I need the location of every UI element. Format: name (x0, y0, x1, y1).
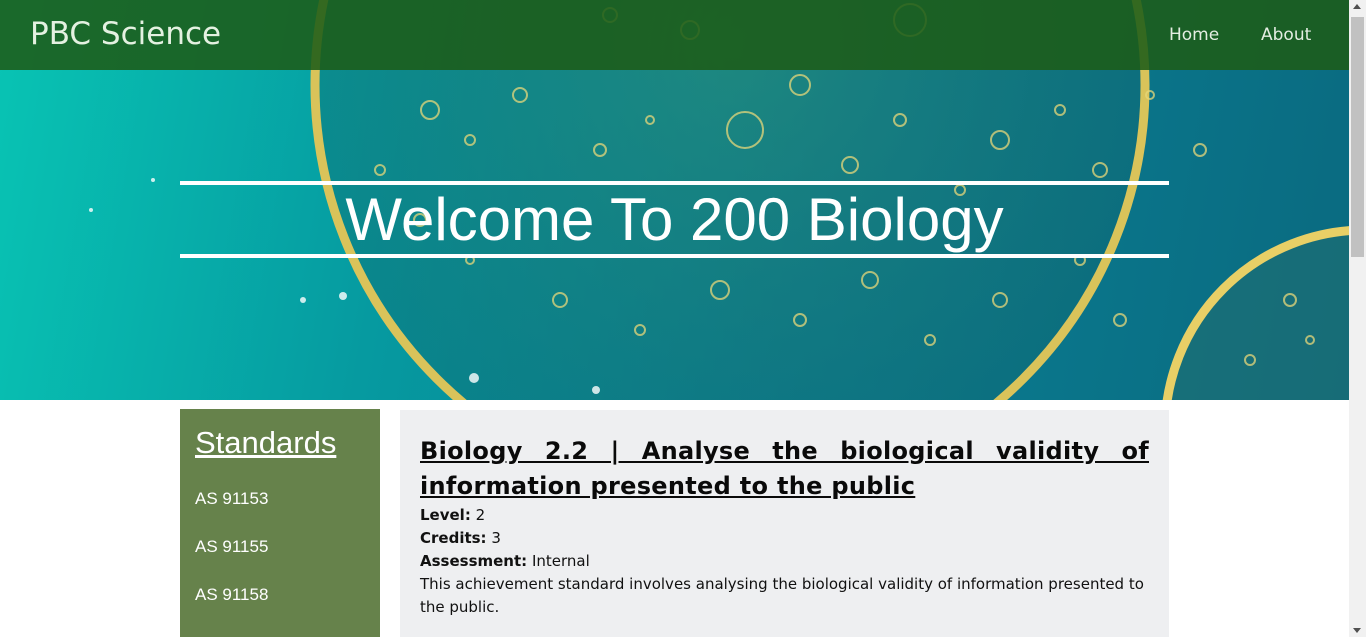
scroll-up-arrow-icon[interactable] (1353, 4, 1361, 9)
hero-title: Welcome To 200 Biology (345, 186, 1004, 253)
standards-sidebar: Standards AS 91153 AS 91155 AS 91158 (180, 409, 380, 637)
sidebar-item-as-91158[interactable]: AS 91158 (195, 584, 268, 606)
assessment-label: Assessment: (420, 552, 528, 570)
assessment-row: Assessment: Internal (420, 550, 1149, 573)
level-label: Level: (420, 506, 471, 524)
standard-description: This achievement standard involves analy… (420, 575, 1144, 616)
hero-title-top-rule (180, 181, 1169, 185)
credits-row: Credits: 3 (420, 527, 1149, 550)
nav-link-about[interactable]: About (1261, 24, 1311, 46)
hero-title-bottom-rule (180, 254, 1169, 258)
credits-value: 3 (491, 529, 501, 547)
standard-title: Biology 2.2 | Analyse the biological val… (420, 437, 1149, 500)
page: Welcome To 200 Biology PBC Science Home … (0, 0, 1349, 637)
sidebar-item-as-91155[interactable]: AS 91155 (195, 536, 268, 558)
assessment-value: Internal (531, 552, 590, 570)
standard-detail-card: Biology 2.2 | Analyse the biological val… (400, 410, 1169, 637)
top-navbar: PBC Science Home About (0, 0, 1349, 70)
nav-link-home[interactable]: Home (1169, 24, 1219, 46)
sidebar-title: Standards (195, 425, 337, 460)
level-row: Level: 2 (420, 504, 1149, 527)
level-value: 2 (475, 506, 486, 524)
sidebar-item-as-91153[interactable]: AS 91153 (195, 488, 268, 510)
scroll-down-arrow-icon[interactable] (1353, 628, 1361, 633)
page-scrollbar[interactable] (1349, 0, 1366, 637)
credits-label: Credits: (420, 529, 487, 547)
scrollbar-thumb[interactable] (1351, 17, 1364, 257)
site-brand[interactable]: PBC Science (30, 14, 221, 54)
